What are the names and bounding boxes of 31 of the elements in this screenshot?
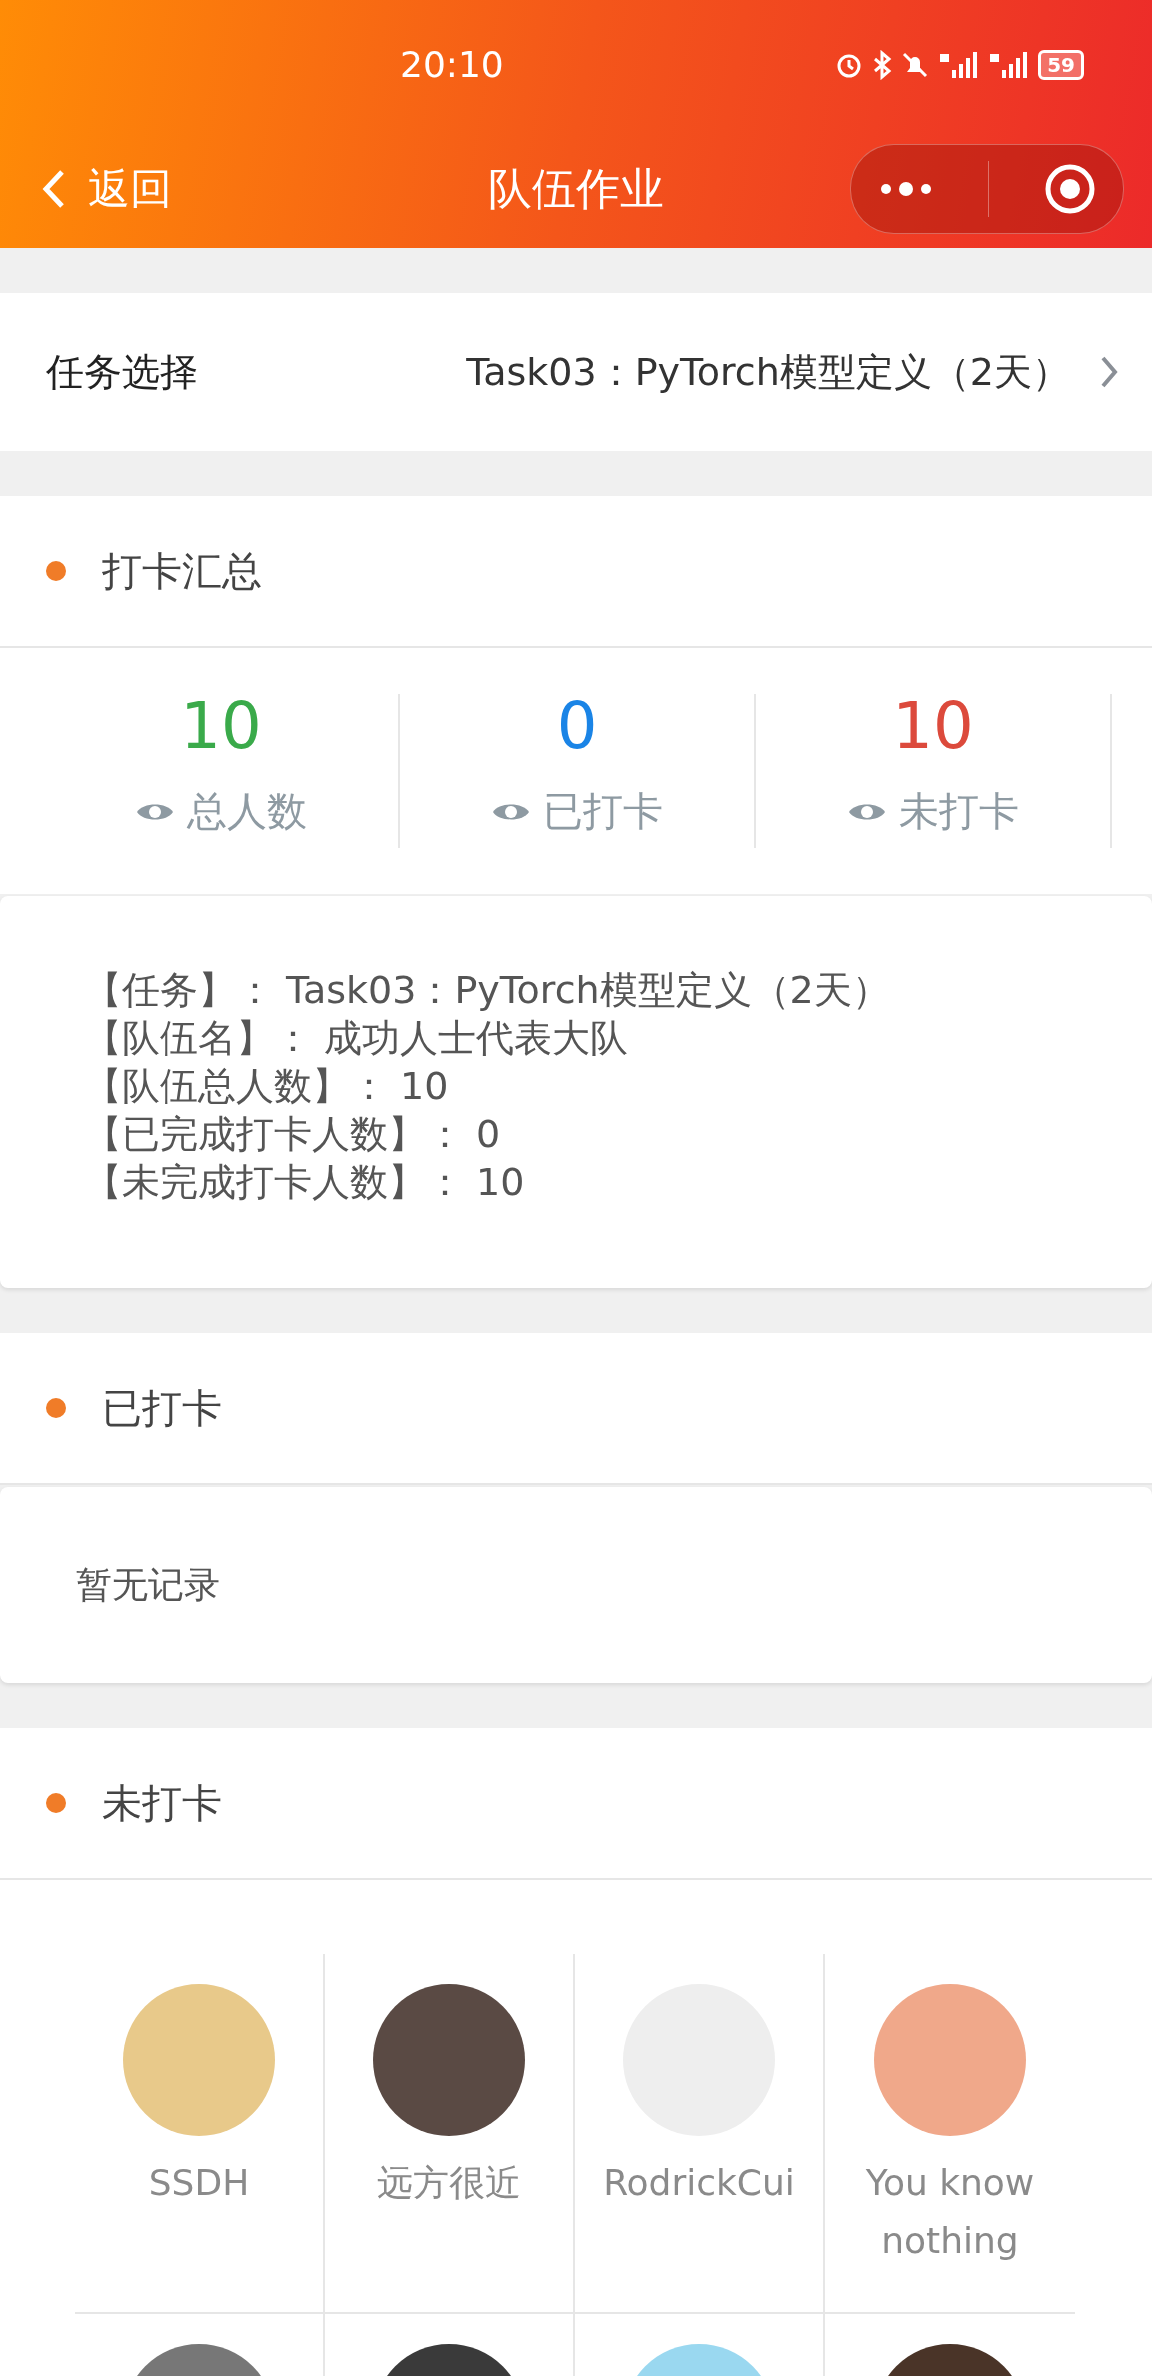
task-select-label: 任务选择	[46, 348, 198, 396]
info-line: 【队伍总人数】： 10	[84, 1063, 449, 1110]
task-select-value: Task03：PyTorch模型定义（2天）	[466, 348, 1070, 396]
member-name: 远方很近	[376, 2161, 522, 2205]
chevron-left-icon	[42, 168, 66, 210]
status-time: 20:10	[400, 44, 504, 85]
section-title: 已打卡	[102, 1383, 222, 1433]
chevron-right-icon	[1100, 354, 1118, 390]
bluetooth-icon	[872, 50, 893, 80]
bullet-dot	[46, 1793, 66, 1813]
info-line: 【队伍名】： 成功人士代表大队	[84, 1015, 629, 1062]
info-line: 【任务】： Task03：PyTorch模型定义（2天）	[84, 967, 890, 1014]
stat-value: 10	[892, 694, 974, 758]
info-line: 【已完成打卡人数】： 0	[84, 1111, 501, 1158]
bullet-dot	[46, 1398, 66, 1418]
section-title: 未打卡	[102, 1778, 222, 1828]
page-title: 队伍作业	[488, 161, 664, 216]
stat-value: 10	[180, 694, 262, 758]
member-name: SSDH	[147, 2161, 251, 2205]
task-select-row[interactable]: 任务选择 Task03：PyTorch模型定义（2天）	[0, 293, 1152, 451]
info-line: 【未完成打卡人数】： 10	[84, 1159, 525, 1206]
stat-label: 总人数	[187, 787, 307, 836]
stat-value: 0	[556, 694, 598, 758]
section-title: 打卡汇总	[102, 546, 262, 596]
stat-label: 未打卡	[899, 787, 1019, 836]
stat-label: 已打卡	[543, 787, 663, 836]
member-name: RodrickCui	[602, 2161, 796, 2205]
battery-level: 59	[1038, 50, 1084, 80]
member-name: You know nothing	[864, 2161, 1036, 2263]
bullet-dot	[46, 561, 66, 581]
empty-text: 暂无记录	[76, 1562, 220, 1607]
